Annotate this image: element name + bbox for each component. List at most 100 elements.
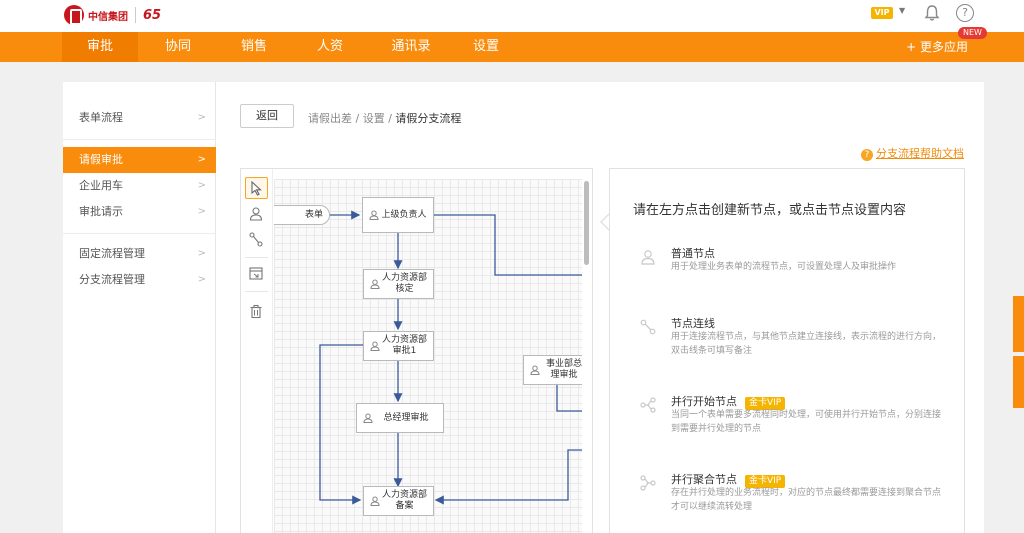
editor-toolbox <box>241 169 273 533</box>
nav-tab-contacts[interactable]: 通讯录 <box>370 32 452 62</box>
parallel-merge-help: 并行聚合节点 金卡VIP 存在并行处理的业务流程时，对应的节点最终都需要连接到聚合… <box>640 471 950 515</box>
main-nav: 审批 协同 销售 人资 通讯录 设置 + 更多应用 <box>0 32 1024 62</box>
panel-title: 请在左方点击创建新节点，或点击节点设置内容 <box>633 203 907 218</box>
help-icon[interactable]: ? <box>956 4 974 22</box>
canvas-scrollbar[interactable] <box>584 181 589 265</box>
sidebar-item-label: 表单流程 <box>79 111 123 124</box>
help-item-desc: 存在并行处理的业务流程时，对应的节点最终都需要连接到聚合节点才可以继续流转处理 <box>671 488 942 512</box>
breadcrumb-item[interactable]: 请假出差 <box>308 112 352 125</box>
help-item-title-text: 并行开始节点 <box>671 395 737 408</box>
content-card: 表单流程 > 请假审批 > 企业用车 > 审批请示 > 固定流程管理 > 分支流… <box>63 82 984 533</box>
node-link-help: 节点连线 用于连接流程节点，与其他节点建立连接线，表示流程的进行方向，双击线条可… <box>640 315 950 359</box>
back-button[interactable]: 返回 <box>240 104 294 128</box>
sidebar: 表单流程 > 请假审批 > 企业用车 > 审批请示 > 固定流程管理 > 分支流… <box>63 82 216 533</box>
flow-node[interactable]: 人力资源部 备案 <box>363 486 434 516</box>
sidebar-item-label: 请假审批 <box>79 153 123 166</box>
window-icon <box>249 267 263 280</box>
user-icon <box>530 365 540 375</box>
flow-edge <box>556 384 582 412</box>
sidebar-item-label: 审批请示 <box>79 205 123 218</box>
sidebar-divider <box>63 233 216 234</box>
flow-node[interactable]: 上级负责人 <box>362 197 434 233</box>
chevron-right-icon: > <box>197 154 206 165</box>
merge-icon <box>640 475 656 491</box>
flow-editor: 表单 上级负责人 人力资源部 核定 人力资源部 审批1 总经理审批 人力资源部 <box>240 168 593 533</box>
company-logo[interactable]: 中信集团 65 <box>64 5 161 25</box>
breadcrumb: 请假出差 / 设置 / 请假分支流程 <box>308 110 461 126</box>
bell-icon[interactable] <box>923 4 941 22</box>
nav-tab-hr[interactable]: 人资 <box>292 32 368 62</box>
sidebar-item-label: 企业用车 <box>79 179 123 192</box>
flow-canvas[interactable]: 表单 上级负责人 人力资源部 核定 人力资源部 审批1 总经理审批 人力资源部 <box>274 179 582 533</box>
chevron-down-icon[interactable]: ▼ <box>899 6 905 15</box>
help-item-desc: 用于连接流程节点，与其他节点建立连接线，表示流程的进行方向，双击线条可填写备注 <box>671 332 942 356</box>
citic-logo-icon <box>64 5 84 25</box>
flow-node[interactable]: 总经理审批 <box>356 403 444 433</box>
branch-flow-help-link[interactable]: ? 分支流程帮助文档 <box>861 145 964 161</box>
sidebar-item-label: 固定流程管理 <box>79 247 145 260</box>
normal-node-help: 普通节点 用于处理业务表单的流程节点，可设置处理人及审批操作 <box>640 245 950 285</box>
user-icon <box>369 210 379 220</box>
flow-node-label: 总经理审批 <box>383 412 429 423</box>
nav-tab-collaboration[interactable]: 协同 <box>140 32 216 62</box>
flow-edge <box>434 449 582 505</box>
sidebar-item-approval-request[interactable]: 审批请示 > <box>63 199 216 225</box>
sidebar-item-branch-flow-mgmt[interactable]: 分支流程管理 > <box>63 267 216 293</box>
sidebar-item-fixed-flow-mgmt[interactable]: 固定流程管理 > <box>63 241 216 267</box>
split-icon <box>640 397 656 413</box>
sidebar-divider <box>63 139 216 140</box>
floating-side-tab[interactable] <box>1013 296 1024 352</box>
help-item-title: 普通节点 <box>671 247 715 260</box>
sidebar-item-leave-approval[interactable]: 请假审批 > <box>63 147 216 173</box>
user-icon <box>363 413 373 423</box>
cursor-icon <box>251 181 262 196</box>
breadcrumb-separator: / <box>384 112 396 125</box>
breadcrumb-separator: / <box>352 112 363 125</box>
user-icon <box>370 341 380 351</box>
delete-tool-button[interactable] <box>245 301 268 323</box>
flow-start-label: 表单 <box>304 210 323 220</box>
chevron-right-icon: > <box>197 274 206 285</box>
export-tool-button[interactable] <box>245 263 268 285</box>
flow-node[interactable]: 人力资源部 审批1 <box>363 331 434 361</box>
sidebar-item-company-car[interactable]: 企业用车 > <box>63 173 216 199</box>
logo-text: 中信集团 <box>88 11 128 23</box>
breadcrumb-item[interactable]: 设置 <box>363 112 385 125</box>
flow-node[interactable]: 事业部总 理审批 <box>523 355 582 385</box>
new-badge: NEW <box>958 27 987 39</box>
user-icon <box>249 207 263 221</box>
nav-tab-settings[interactable]: 设置 <box>448 32 524 62</box>
nav-tab-approval[interactable]: 审批 <box>62 32 138 62</box>
chevron-right-icon: > <box>197 206 206 217</box>
flow-start-node[interactable]: 表单 <box>274 205 330 225</box>
help-link-label: 分支流程帮助文档 <box>876 147 964 160</box>
nav-tab-sales[interactable]: 销售 <box>216 32 292 62</box>
select-tool-button[interactable] <box>245 177 268 199</box>
floating-side-tab[interactable] <box>1013 356 1024 408</box>
flow-node[interactable]: 人力资源部 核定 <box>363 269 434 299</box>
help-item-desc: 当同一个表单需要多流程同时处理，可使用并行开始节点，分别连接到需要并行处理的节点 <box>671 410 942 434</box>
help-item-desc: 用于处理业务表单的流程节点，可设置处理人及审批操作 <box>671 262 897 272</box>
user-icon <box>641 250 655 265</box>
parallel-start-help: 并行开始节点 金卡VIP 当同一个表单需要多流程同时处理，可使用并行开始节点，分别… <box>640 393 950 437</box>
link-icon <box>640 319 656 335</box>
link-icon <box>249 232 263 247</box>
node-settings-panel: 请在左方点击创建新节点，或点击节点设置内容 普通节点 用于处理业务表单的流程节点… <box>609 168 965 533</box>
breadcrumb-current: 请假分支流程 <box>395 112 462 125</box>
add-link-tool-button[interactable] <box>245 229 268 251</box>
user-icon <box>370 279 380 289</box>
sidebar-item-form-flow[interactable]: 表单流程 > <box>63 105 216 131</box>
logo-divider <box>135 7 136 23</box>
chevron-right-icon: > <box>197 112 206 123</box>
question-icon: ? <box>861 149 873 161</box>
anniversary-logo: 65 <box>143 7 162 23</box>
chevron-right-icon: > <box>197 180 206 191</box>
chevron-right-icon: > <box>197 248 206 259</box>
toolbox-divider <box>245 291 268 292</box>
help-item-title-text: 并行聚合节点 <box>671 473 737 486</box>
top-bar: 中信集团 65 VIP ▼ ? <box>0 0 1024 32</box>
trash-icon <box>250 304 262 319</box>
sidebar-item-label: 分支流程管理 <box>79 273 145 286</box>
add-node-tool-button[interactable] <box>245 203 268 225</box>
vip-badge[interactable]: VIP <box>871 7 893 19</box>
